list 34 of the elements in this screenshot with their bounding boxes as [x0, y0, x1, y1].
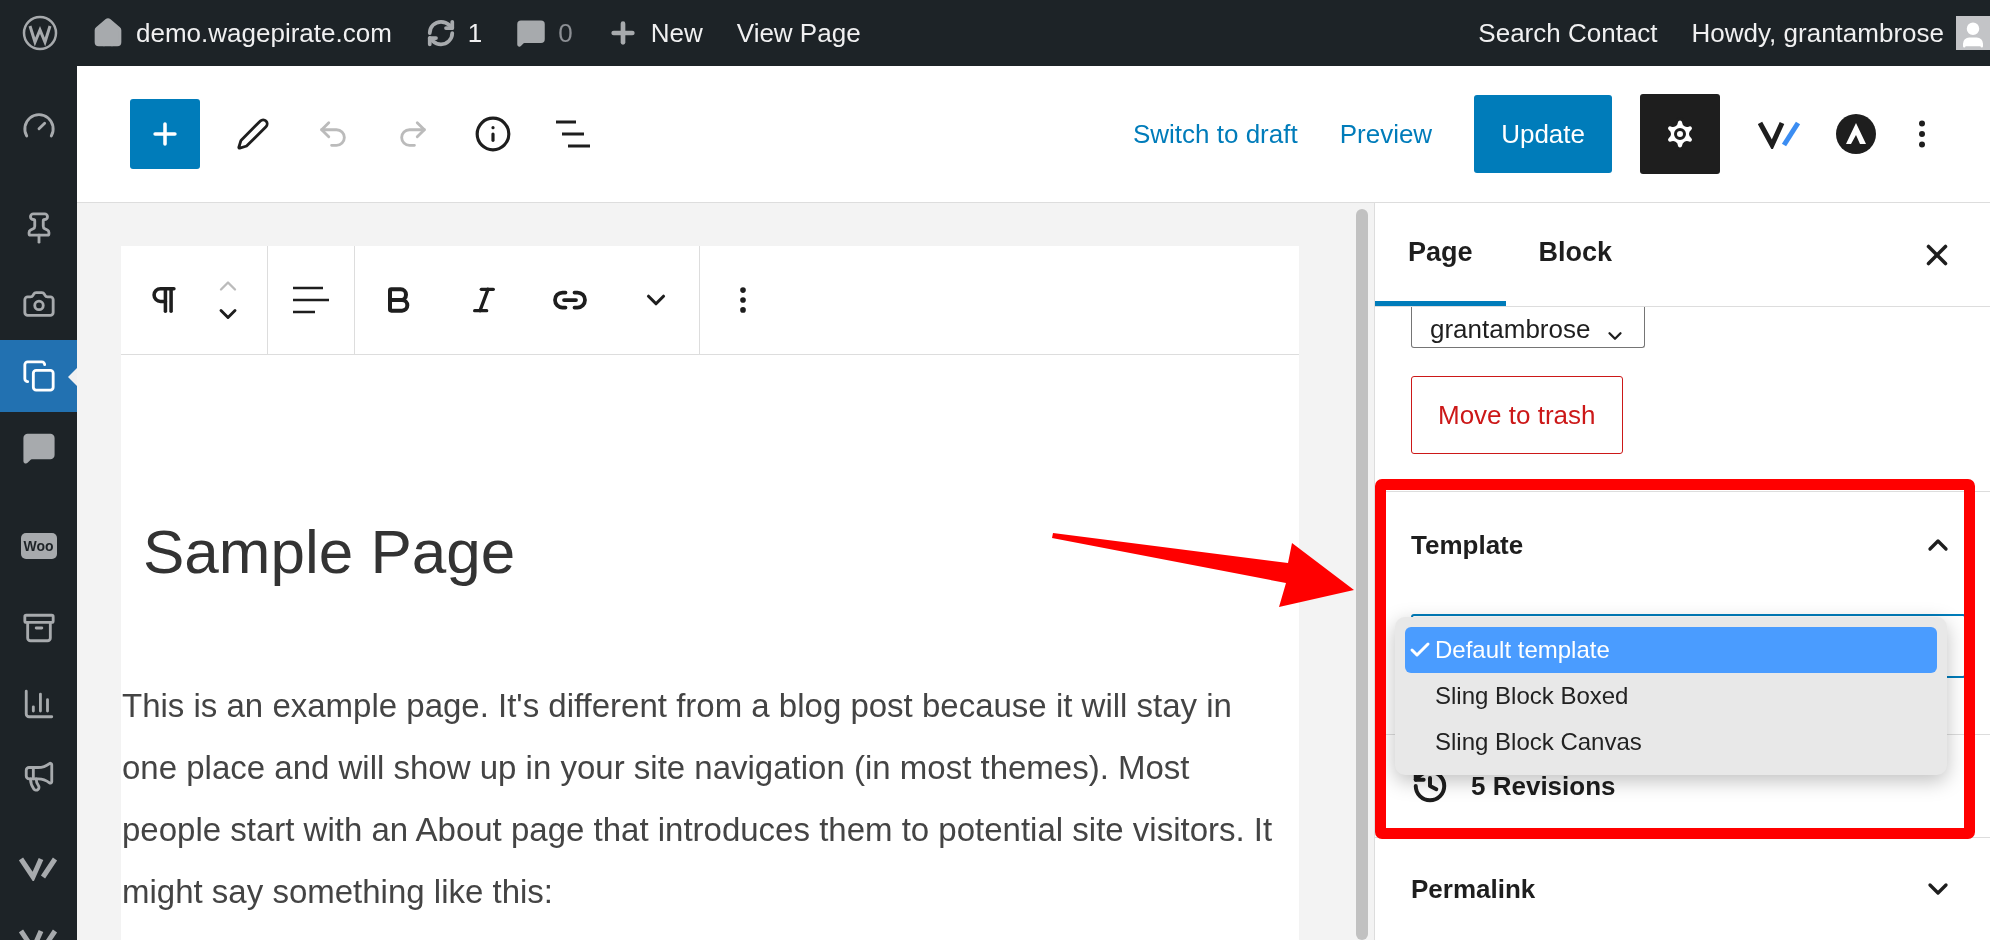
page-title[interactable]: Sample Page	[143, 515, 516, 590]
home-icon[interactable]	[92, 17, 124, 49]
woo-icon[interactable]: Woo	[20, 533, 57, 559]
active-menu-item[interactable]	[0, 340, 77, 412]
dropdown-option[interactable]: Sling Block Canvas	[1405, 719, 1937, 765]
paragraph[interactable]: This is an example page. It's different from a blog post because it will stay in one place and will show up in your site navigation (in most themes). Most people start with an About page that introduces them to potential site visitors. It might say something like this:	[122, 675, 1287, 924]
update-button[interactable]: Update	[1474, 95, 1612, 173]
greeting-link[interactable]: Howdy, grantambrose	[1691, 17, 1944, 49]
sidebar-tab[interactable]: Page	[1375, 203, 1506, 306]
dropdown-option[interactable]: Sling Block Boxed	[1405, 673, 1937, 719]
author-select[interactable]: grantambrose	[1411, 307, 1646, 348]
comments-count[interactable]: 0	[558, 17, 573, 49]
scrollbar[interactable]	[1355, 209, 1368, 940]
site-name-link[interactable]: demo.wagepirate.com	[136, 17, 392, 49]
search-contact-link[interactable]: Search Contact	[1478, 17, 1658, 49]
switch-to-draft-link[interactable]: Switch to draft	[1132, 110, 1298, 158]
comment-icon[interactable]	[21, 431, 56, 465]
logo-icon[interactable]	[18, 855, 59, 881]
wordpress-logo-icon[interactable]	[22, 15, 58, 51]
pages-icon[interactable]	[21, 359, 56, 393]
add-block-button[interactable]	[130, 99, 200, 169]
updates-icon[interactable]	[425, 18, 456, 48]
section-header[interactable]: Template	[1411, 492, 1954, 598]
settings-button[interactable]	[1640, 94, 1720, 174]
new-link[interactable]: New	[650, 17, 703, 49]
view-page-link[interactable]: View Page	[736, 17, 861, 49]
sidebar-tab[interactable]: Block	[1505, 203, 1646, 306]
updates-count[interactable]: 1	[467, 17, 483, 49]
revisions-link[interactable]: 5 Revisions	[1471, 770, 1616, 802]
move-to-trash-button[interactable]: Move to trash	[1411, 376, 1623, 454]
section-header[interactable]: Permalink	[1411, 838, 1954, 940]
preview-link[interactable]: Preview	[1339, 110, 1433, 158]
comment-icon[interactable]	[516, 18, 547, 48]
archive-icon[interactable]	[21, 611, 56, 645]
